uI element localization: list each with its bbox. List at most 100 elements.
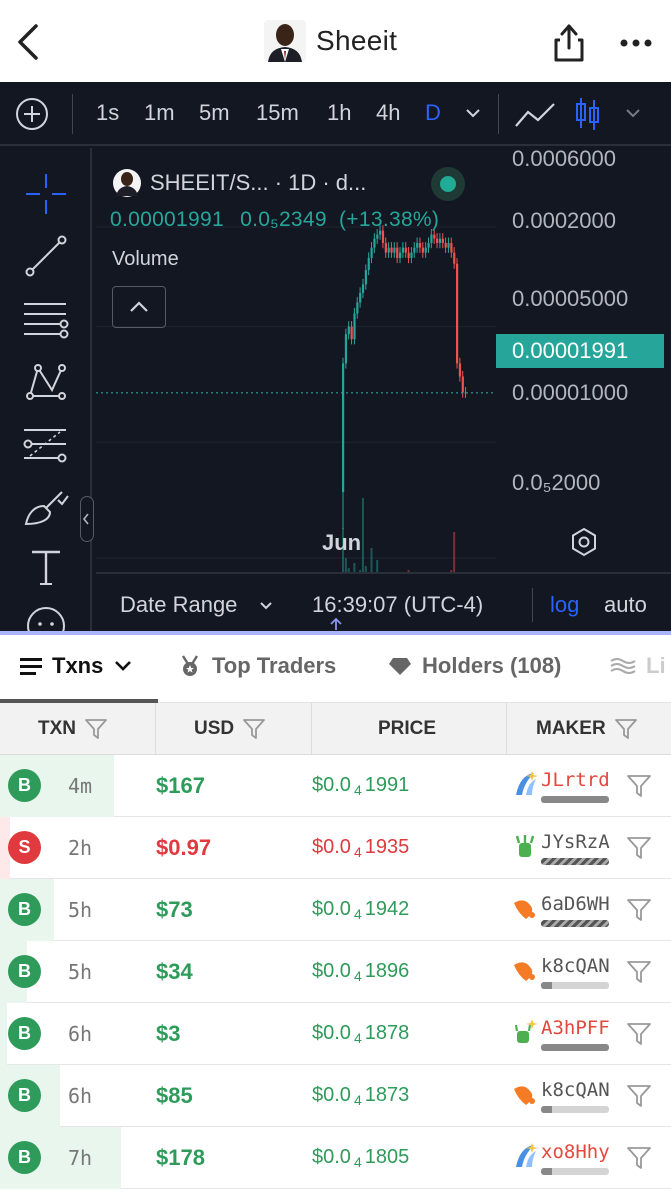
toolbar-divider <box>72 94 73 134</box>
interval-1s[interactable]: 1s <box>96 100 119 126</box>
column-header-txn[interactable]: TXN <box>38 703 108 755</box>
interval-5m[interactable]: 5m <box>199 100 230 126</box>
maker-address[interactable]: A3hPFF <box>541 1017 610 1039</box>
table-row[interactable]: B 7h $178 $0.0 4 1805 xo8Hhy <box>0 1127 671 1189</box>
toolbar-divider <box>498 94 499 134</box>
log-scale-toggle[interactable]: log <box>550 592 579 618</box>
column-divider <box>311 703 312 755</box>
trade-price: $0.0 4 1878 <box>312 1022 409 1046</box>
price-zero-count: 4 <box>353 968 362 984</box>
price-zero-count: 4 <box>353 906 362 922</box>
price-zero-count: 4 <box>353 1092 362 1108</box>
maker-address[interactable]: 6aD6WH <box>541 893 610 915</box>
collapse-legend-button[interactable] <box>112 286 166 328</box>
tab-top-traders[interactable]: Top Traders <box>178 653 336 679</box>
table-row[interactable]: B 5h $34 $0.0 4 1896 k8cQAN <box>0 941 671 1003</box>
maker-address[interactable]: JLrtrd <box>541 769 610 791</box>
filter-icon[interactable] <box>242 718 266 740</box>
candle-body <box>361 284 365 293</box>
change-pct-value: (+13.38%) <box>339 208 440 231</box>
tab-holders[interactable]: Holders (108) <box>388 653 561 679</box>
maker-address[interactable]: JYsRzA <box>541 831 610 853</box>
toolbar-collapse-handle[interactable] <box>80 496 94 542</box>
filter-maker-icon[interactable] <box>626 1021 652 1047</box>
candle-body <box>430 234 433 244</box>
table-row[interactable]: B 6h $85 $0.0 4 1873 k8cQAN <box>0 1065 671 1127</box>
tab-txns[interactable]: Txns <box>20 653 133 679</box>
fib-retracement-icon[interactable] <box>22 422 70 466</box>
maker-avatar-icon <box>515 835 535 857</box>
maker-address[interactable]: k8cQAN <box>541 1079 610 1101</box>
filter-maker-icon[interactable] <box>626 1145 652 1171</box>
column-header-maker[interactable]: MAKER <box>536 703 638 755</box>
candles-icon[interactable] <box>574 94 602 134</box>
tab-liquidity[interactable]: Li <box>610 653 666 679</box>
date-range-dropdown[interactable]: Date Range <box>120 592 237 618</box>
change-abs-value: 0.0₅2349 <box>240 208 327 231</box>
brush-icon[interactable] <box>22 484 70 528</box>
back-arrow-icon[interactable] <box>10 18 50 66</box>
table-row[interactable]: S 2h $0.97 $0.0 4 1935 JYsRzA <box>0 817 671 879</box>
candle-body <box>456 263 459 364</box>
line-chart-icon[interactable] <box>514 100 556 130</box>
candle-body <box>367 257 370 270</box>
filter-maker-icon[interactable] <box>626 897 652 923</box>
filter-maker-icon[interactable] <box>626 773 652 799</box>
interval-4h[interactable]: 4h <box>376 100 400 126</box>
date-range-chevron-down-icon[interactable] <box>258 600 274 612</box>
maker-address[interactable]: xo8Hhy <box>541 1141 610 1163</box>
chart-panel: 1s 1m 5m 15m 1h 4h D 0.0006000 0.0002000… <box>0 82 671 632</box>
interval-d[interactable]: D <box>425 100 441 126</box>
column-header-price[interactable]: PRICE <box>378 703 436 755</box>
candle-body <box>387 247 390 253</box>
trend-line-icon[interactable] <box>24 234 68 278</box>
maker-address[interactable]: k8cQAN <box>541 955 610 977</box>
interval-1m[interactable]: 1m <box>144 100 175 126</box>
filter-maker-icon[interactable] <box>626 835 652 861</box>
table-row[interactable]: B 5h $73 $0.0 4 1942 6aD6WH <box>0 879 671 941</box>
share-icon[interactable] <box>550 22 588 64</box>
trade-usd: $85 <box>156 1083 193 1108</box>
candle-body <box>347 326 350 335</box>
table-row[interactable]: B 6h $3 $0.0 4 1878 A3hPFF <box>0 1003 671 1065</box>
chart-settings-icon[interactable] <box>568 526 600 558</box>
column-header-usd[interactable]: USD <box>194 703 266 755</box>
table-row[interactable]: B 4m $167 $0.0 4 1991 JLrtrd <box>0 755 671 817</box>
pattern-icon[interactable] <box>24 360 68 404</box>
y-axis-label: 0.0002000 <box>512 208 616 233</box>
filter-maker-icon[interactable] <box>626 959 652 985</box>
emoji-tool-icon[interactable] <box>24 604 68 632</box>
maker-holding-bar <box>541 858 609 865</box>
candle-body <box>373 238 376 248</box>
price-digits: 1991 <box>364 774 410 796</box>
add-indicator-icon[interactable] <box>14 96 50 132</box>
filter-maker-icon[interactable] <box>626 1083 652 1109</box>
trade-usd: $0.97 <box>156 835 212 860</box>
maker-avatar-icon <box>514 900 535 919</box>
candle-body <box>461 376 464 393</box>
candle-body <box>427 243 430 248</box>
price-prefix: $0.0 <box>312 1146 351 1168</box>
horizontal-lines-icon[interactable] <box>22 298 70 342</box>
filter-icon[interactable] <box>614 718 638 740</box>
more-options-icon[interactable] <box>616 30 656 56</box>
candle-body <box>410 252 413 258</box>
text-tool-icon[interactable] <box>26 546 66 590</box>
maker-holding-bar <box>541 920 609 927</box>
filter-icon[interactable] <box>84 718 108 740</box>
candle-body <box>344 334 348 364</box>
candle-body <box>416 243 419 248</box>
maker-holding-bar <box>541 1044 609 1051</box>
trade-age: 5h <box>68 898 93 922</box>
candle-body <box>396 247 399 258</box>
chart-bottom-bar: Date Range 16:39:07 (UTC-4) log auto <box>96 572 671 632</box>
symbol-label[interactable]: SHEEIT/S... · 1D · d... <box>150 170 366 196</box>
table-header: TXN USD PRICE MAKER <box>0 703 671 755</box>
interval-chevron-down-icon[interactable] <box>464 106 482 120</box>
interval-15m[interactable]: 15m <box>256 100 299 126</box>
crosshair-icon[interactable] <box>24 172 68 216</box>
chart-type-chevron-down-icon[interactable] <box>624 106 642 120</box>
price-prefix: $0.0 <box>312 836 351 858</box>
interval-1h[interactable]: 1h <box>327 100 351 126</box>
auto-scale-toggle[interactable]: auto <box>604 592 647 618</box>
